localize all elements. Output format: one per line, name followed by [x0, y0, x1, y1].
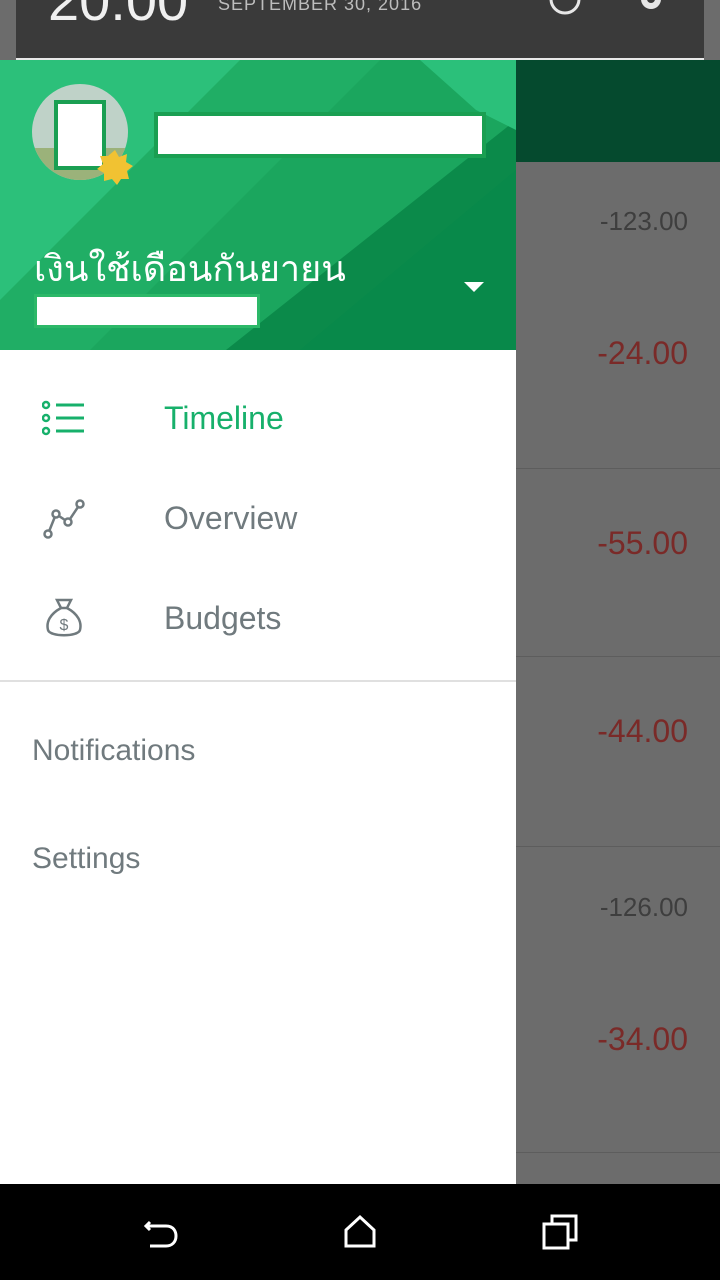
wallet-name[interactable]: เงินใช้เดือนกันยายน	[34, 240, 346, 297]
transaction-amount: -126.00	[599, 891, 688, 922]
navigation-drawer: เงินใช้เดือนกันยายน Timeline Overview $ …	[0, 60, 516, 1184]
transaction-amount: -24.00	[597, 334, 688, 371]
row-divider	[516, 656, 720, 657]
row-divider	[516, 846, 720, 847]
nav-item-timeline[interactable]: Timeline	[0, 368, 516, 468]
alarm-icon[interactable]	[548, 0, 582, 16]
drawer-header: เงินใช้เดือนกันยายน	[0, 60, 516, 350]
transaction-amount: -44.00	[597, 712, 688, 749]
money-bag-icon: $	[40, 594, 88, 642]
nav-item-label: Overview	[164, 499, 298, 536]
wallet-badge-icon	[97, 150, 133, 185]
nav-item-budgets[interactable]: $ Budgets	[0, 568, 516, 668]
nav-item-label: Budgets	[164, 599, 282, 636]
nav-item-label: Timeline	[164, 399, 284, 436]
system-navigation-bar	[0, 1184, 720, 1280]
back-icon[interactable]	[136, 1208, 184, 1256]
redacted-wallet-balance	[34, 294, 260, 328]
list-icon	[40, 394, 88, 442]
transaction-amount: -34.00	[597, 1020, 688, 1057]
settings-gear-icon[interactable]	[634, 0, 668, 16]
clock-date: SEPTEMBER 30, 2016	[218, 0, 423, 14]
home-icon[interactable]	[336, 1208, 384, 1256]
notification-shade[interactable]: 20:00 SEPTEMBER 30, 2016	[16, 0, 704, 60]
row-divider	[516, 468, 720, 469]
svg-text:$: $	[60, 617, 69, 634]
chart-icon	[40, 494, 88, 542]
chevron-down-icon[interactable]	[462, 280, 486, 294]
drawer-divider	[0, 680, 516, 682]
row-divider	[516, 1152, 720, 1153]
transaction-amount: -55.00	[597, 524, 688, 561]
transaction-amount: -123.00	[599, 205, 688, 236]
clock-time: 20:00	[48, 0, 189, 32]
nav-item-settings[interactable]: Settings	[32, 842, 140, 876]
redacted-user-name	[154, 112, 486, 158]
recent-apps-icon[interactable]	[536, 1208, 584, 1256]
nav-item-notifications[interactable]: Notifications	[32, 734, 195, 768]
nav-item-overview[interactable]: Overview	[0, 468, 516, 568]
